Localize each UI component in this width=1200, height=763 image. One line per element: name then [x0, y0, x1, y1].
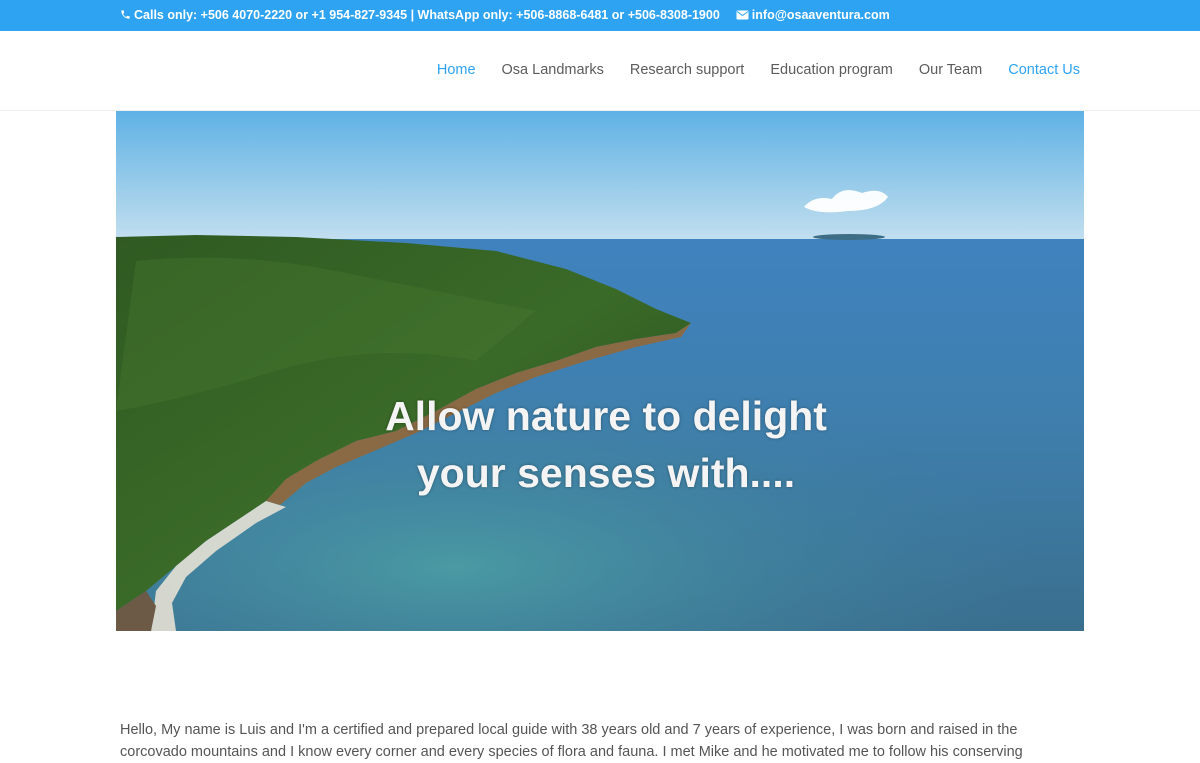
nav-our-team[interactable]: Our Team: [919, 62, 982, 78]
nav-home[interactable]: Home: [437, 62, 476, 78]
hero-caption: Allow nature to delight your senses with…: [116, 388, 1084, 502]
top-contact-bar: Calls only: +506 4070-2220 or +1 954-827…: [0, 0, 1200, 31]
nav-education-program[interactable]: Education program: [770, 62, 893, 78]
main-navigation: Home Osa Landmarks Research support Educ…: [437, 62, 1080, 78]
email-contact[interactable]: info@osaaventura.com: [736, 8, 890, 22]
hero-caption-line-2: your senses with....: [416, 450, 796, 496]
contact-phone-numbers: Calls only: +506 4070-2220 or +1 954-827…: [134, 8, 720, 22]
nav-osa-landmarks[interactable]: Osa Landmarks: [502, 62, 604, 78]
site-header: Home Osa Landmarks Research support Educ…: [0, 31, 1200, 111]
email-link[interactable]: info@osaaventura.com: [752, 8, 890, 22]
hero-coastline-image: [116, 111, 1084, 631]
nav-research-support[interactable]: Research support: [630, 62, 744, 78]
phone-icon: [120, 9, 131, 23]
nav-contact-us[interactable]: Contact Us: [1008, 62, 1080, 78]
hero-video[interactable]: Allow nature to delight your senses with…: [116, 111, 1084, 631]
envelope-icon: [736, 9, 749, 23]
intro-paragraph: Hello, My name is Luis and I'm a certifi…: [120, 721, 1023, 760]
hero-caption-line-1: Allow nature to delight: [385, 393, 827, 439]
